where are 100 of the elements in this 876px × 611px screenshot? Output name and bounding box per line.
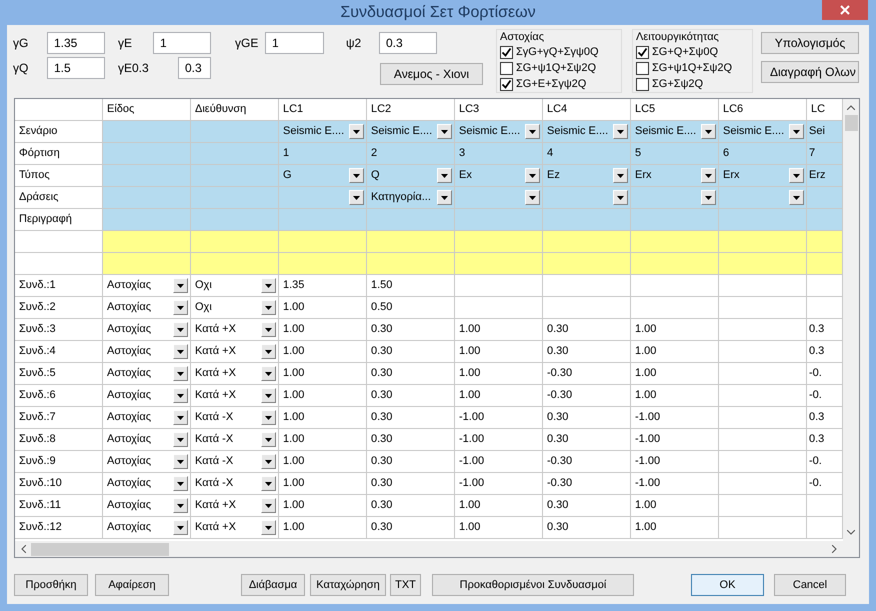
cell-text: Κατά -X	[195, 432, 234, 448]
dropdown-button[interactable]	[525, 190, 540, 205]
checkbox[interactable]	[500, 78, 513, 90]
checkbox[interactable]	[636, 46, 649, 58]
dropdown-button[interactable]	[701, 124, 716, 139]
dropdown-button[interactable]	[789, 124, 804, 139]
dropdown-button[interactable]	[613, 190, 628, 205]
cell-text: Q	[371, 168, 380, 184]
check-icon	[501, 78, 512, 90]
checkbox[interactable]	[500, 46, 513, 58]
cell-text: Αστοχίας	[107, 498, 152, 514]
dropdown-button[interactable]	[349, 190, 364, 205]
delete-all-button[interactable]: Διαγραφή Ολων	[761, 61, 859, 83]
row-header: Περιγραφή	[15, 209, 103, 231]
dropdown-button[interactable]	[525, 124, 540, 139]
dialog-button[interactable]: Προκαθορισμένοι Συνδυασμοί	[432, 574, 634, 596]
dropdown-button[interactable]	[173, 300, 188, 315]
checkbox[interactable]	[636, 78, 649, 90]
table-cell: 1.00	[279, 495, 367, 517]
dropdown-button[interactable]	[349, 124, 364, 139]
input-row[interactable]	[15, 253, 843, 275]
row-header: Σενάριο	[15, 121, 103, 143]
dropdown-button[interactable]	[173, 278, 188, 293]
cell-text: Ex	[459, 168, 472, 184]
dropdown-button[interactable]	[437, 124, 452, 139]
dropdown-button[interactable]	[701, 168, 716, 183]
dropdown-button[interactable]	[261, 366, 276, 381]
dropdown-button[interactable]	[261, 344, 276, 359]
input-row[interactable]	[15, 231, 843, 253]
dropdown-button[interactable]	[173, 476, 188, 491]
calculate-button[interactable]: Υπολογισμός	[761, 32, 859, 54]
caret-icon	[265, 482, 272, 486]
dialog-button[interactable]: Αφαίρεση	[95, 574, 169, 596]
dropdown-button[interactable]	[173, 432, 188, 447]
factor-field[interactable]: 1	[265, 32, 324, 54]
checkbox[interactable]	[500, 62, 513, 74]
dropdown-button[interactable]	[173, 344, 188, 359]
scroll-thumb[interactable]	[844, 115, 858, 131]
dropdown-button[interactable]	[261, 300, 276, 315]
table-cell: -1.00	[455, 407, 543, 429]
factor-field[interactable]: 1	[153, 32, 211, 54]
table-cell: 0.30	[367, 473, 455, 495]
checkbox[interactable]	[636, 62, 649, 74]
cell-text: Κατά -X	[195, 476, 234, 492]
cell-text: Seismic E....	[371, 124, 432, 140]
dropdown-button[interactable]	[437, 168, 452, 183]
dialog-button[interactable]: Καταχώρηση	[310, 574, 386, 596]
dropdown-button[interactable]	[261, 432, 276, 447]
dropdown-button[interactable]	[789, 190, 804, 205]
cell-text: Κατά +X	[195, 520, 236, 536]
table-cell: -1.00	[455, 473, 543, 495]
dropdown-button[interactable]	[173, 388, 188, 403]
scroll-thumb[interactable]	[31, 542, 169, 556]
dropdown-button[interactable]	[261, 476, 276, 491]
dropdown-button[interactable]	[261, 322, 276, 337]
table-cell: 1.00	[455, 341, 543, 363]
factor-field[interactable]: 0.3	[178, 57, 211, 79]
dropdown-button[interactable]	[613, 124, 628, 139]
table-cell: 0.30	[543, 495, 631, 517]
caret-icon	[177, 394, 184, 398]
dropdown-button[interactable]	[789, 168, 804, 183]
table-cell: 1.00	[279, 473, 367, 495]
close-button[interactable]	[822, 0, 868, 20]
dropdown-button[interactable]	[437, 190, 452, 205]
dropdown-button[interactable]	[173, 410, 188, 425]
dialog-button[interactable]: OK	[691, 574, 764, 596]
caret-icon	[441, 196, 448, 200]
factor-field[interactable]: 0.3	[379, 32, 437, 54]
dropdown-button[interactable]	[173, 498, 188, 513]
dropdown-button[interactable]	[701, 190, 716, 205]
factor-label: γGE	[235, 35, 260, 52]
vertical-scrollbar[interactable]	[843, 99, 859, 541]
dropdown-button[interactable]	[261, 388, 276, 403]
dropdown-button[interactable]	[173, 366, 188, 381]
dropdown-button[interactable]	[173, 520, 188, 535]
dropdown-button[interactable]	[173, 454, 188, 469]
dropdown-button[interactable]	[173, 322, 188, 337]
dropdown-button[interactable]	[525, 168, 540, 183]
wind-snow-button[interactable]: Ανεμος - Χιονι	[380, 63, 483, 85]
factor-field[interactable]: 1.35	[47, 32, 105, 54]
dropdown-button[interactable]	[261, 520, 276, 535]
group-title: Λειτουργικότητας	[636, 31, 719, 44]
dialog-button[interactable]: TXT	[390, 574, 421, 596]
dialog-button[interactable]: Προσθήκη	[14, 574, 88, 596]
dropdown-button[interactable]	[261, 454, 276, 469]
dialog-button[interactable]: Διάβασμα	[241, 574, 305, 596]
cell-text: Αστοχίας	[107, 388, 152, 404]
dropdown-button[interactable]	[349, 168, 364, 183]
factor-field[interactable]: 1.5	[47, 57, 105, 79]
dropdown-button[interactable]	[613, 168, 628, 183]
horizontal-scrollbar[interactable]	[15, 541, 859, 557]
caret-icon	[441, 130, 448, 134]
row-header: Συνδ.:9	[15, 451, 103, 473]
cell-text: Erx	[635, 168, 652, 184]
table-cell: -1.00	[631, 451, 719, 473]
table-cell: -0.30	[543, 473, 631, 495]
dropdown-button[interactable]	[261, 278, 276, 293]
dropdown-button[interactable]	[261, 410, 276, 425]
dialog-button[interactable]: Cancel	[774, 574, 846, 596]
dropdown-button[interactable]	[261, 498, 276, 513]
